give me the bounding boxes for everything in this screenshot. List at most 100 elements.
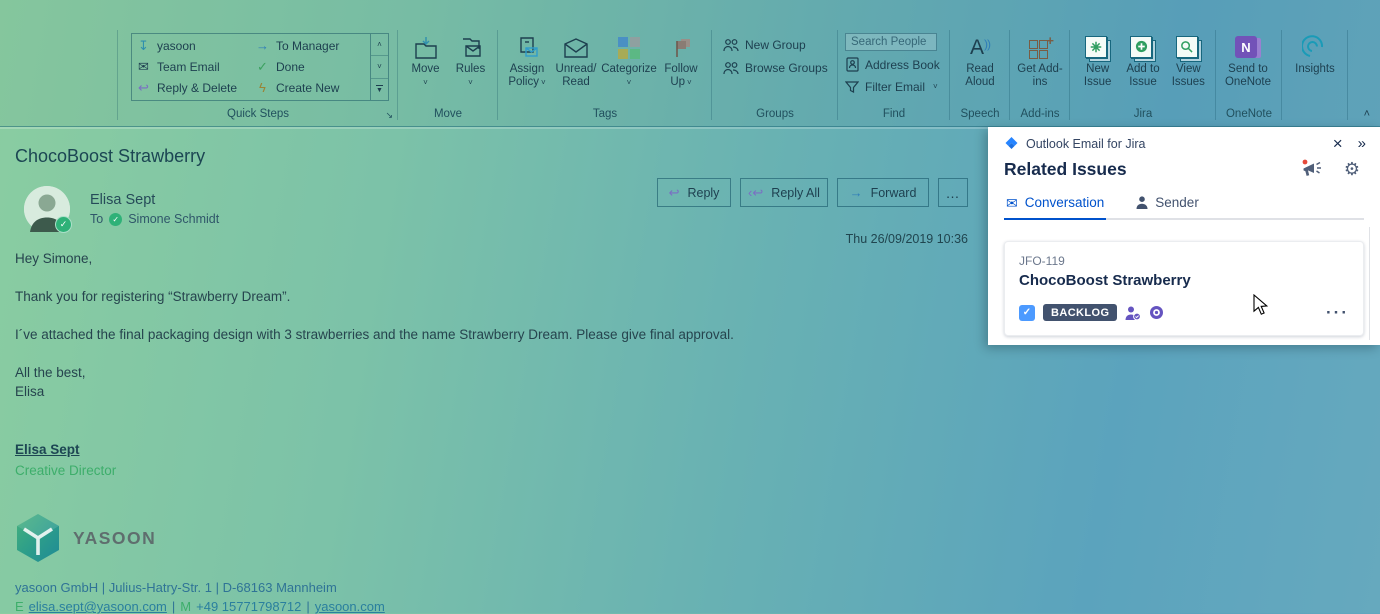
task-type-icon: ✓ [1019,305,1035,321]
quick-step-label: To Manager [276,39,339,53]
button-label: Reply All [771,186,820,200]
sound-waves-icon: )) [984,37,990,51]
view-issues-button[interactable]: View Issues [1166,33,1211,89]
new-issue-icon [1085,33,1110,63]
forward-icon: → [850,185,863,200]
assign-policy-button[interactable]: Assign Policy˅ [503,33,551,89]
sender-name[interactable]: Elisa Sept [90,192,155,208]
tab-sender[interactable]: Sender [1134,190,1201,218]
group-onenote: N Send to OneNote OneNote [1216,0,1282,126]
quick-step-team-email[interactable]: ✉ Team Email [136,57,247,77]
button-label: New Group [745,38,806,52]
message-actions: ↩ Reply ‹↩ Reply All → Forward … [657,178,968,207]
quick-step-yasoon[interactable]: ↧ yasoon [136,36,247,56]
categorize-icon [618,33,640,63]
watch-icon[interactable] [1149,305,1164,320]
group-label: Move [398,108,498,120]
signature-name: Elisa Sept [15,442,385,457]
rules-icon [458,33,484,63]
card-more-options-icon[interactable]: ··· [1326,308,1349,318]
quick-steps-dialog-launcher[interactable]: ↘ [385,110,393,121]
panel-scrollbar[interactable] [1369,227,1370,340]
assignee-icon[interactable] [1125,306,1141,320]
panel-tabs: ✉ Conversation Sender [1004,190,1364,220]
button-label: Follow Up˅ [657,63,705,89]
quick-step-label: yasoon [157,39,196,53]
email-subject: ChocoBoost Strawberry [15,146,205,167]
group-label: Find [838,108,950,120]
quick-steps-scroll-down-button[interactable]: ˅ [371,56,388,78]
tab-conversation[interactable]: ✉ Conversation [1004,190,1106,220]
categorize-button[interactable]: Categorize ˅ [601,33,657,87]
button-label: Browse Groups [745,61,828,75]
add-to-issue-icon [1130,33,1155,63]
quick-step-to-manager[interactable]: → To Manager [255,36,366,56]
sender-avatar[interactable]: ✓ [24,186,70,232]
address-book-button[interactable]: Address Book [845,56,940,73]
scroll-up-icon: ˄ [377,40,382,49]
group-insights: Insights [1282,0,1348,126]
unread-read-button[interactable]: Unread/ Read [551,33,601,89]
get-addins-button[interactable]: + Get Add-ins [1015,33,1065,89]
chevron-down-icon: ˅ [627,78,632,87]
more-actions-button[interactable]: … [938,178,968,207]
separator: | [172,599,175,614]
group-addins: + Get Add-ins Add-ins [1010,0,1070,126]
quick-steps-scrollbar: ˄ ˅ ▼ [370,34,388,100]
website-link[interactable]: yasoon.com [315,599,385,614]
button-label: Insights [1295,63,1335,76]
reply-icon: ↩ [669,185,680,201]
move-button[interactable]: Move ˅ [403,33,448,87]
move-folder-icon [413,33,439,63]
onenote-icon: N [1235,33,1261,63]
recipient-name[interactable]: Simone Schmidt [128,212,219,226]
search-people-input[interactable] [845,33,937,51]
insights-button[interactable]: Insights [1287,33,1343,76]
quick-steps-scroll-up-button[interactable]: ˄ [371,34,388,56]
button-label: Unread/ Read [551,63,601,89]
filter-email-button[interactable]: Filter Email ˅ [845,78,940,95]
envelope-icon: ✉ [1006,196,1018,210]
issue-card[interactable]: JFO-119 ChocoBoost Strawberry ✓ BACKLOG … [1004,241,1364,336]
forward-button[interactable]: → Forward [837,178,929,207]
announcements-icon[interactable] [1300,158,1324,180]
message-timestamp: Thu 26/09/2019 10:36 [846,232,968,246]
recipient-row: To ✓ Simone Schmidt [90,212,219,226]
rules-button[interactable]: Rules ˅ [448,33,493,87]
quick-step-done[interactable]: ✓ Done [255,57,366,77]
send-to-onenote-button[interactable]: N Send to OneNote [1221,33,1275,89]
email-signature: Elisa Sept Creative Director YASOON yaso… [15,442,385,614]
button-label: Assign Policy˅ [503,63,551,89]
person-icon [1136,196,1148,209]
follow-up-button[interactable]: Follow Up˅ [657,33,705,89]
overflow-icon: ▼ [376,85,383,94]
follow-up-flag-icon [670,33,692,63]
issue-summary[interactable]: ChocoBoost Strawberry [1019,272,1349,289]
reply-all-button[interactable]: ‹↩ Reply All [740,178,828,207]
read-aloud-button[interactable]: A)) Read Aloud [955,33,1005,89]
reply-button[interactable]: ↩ Reply [657,178,731,207]
quick-steps-overflow-button[interactable]: ▼ [371,79,388,100]
email-body: Hey Simone, Thank you for registering “S… [15,249,945,401]
add-to-issue-button[interactable]: Add to Issue [1120,33,1165,89]
close-icon[interactable]: × [1333,137,1343,151]
collapse-ribbon-icon[interactable]: ˄ [1364,108,1370,120]
new-issue-button[interactable]: New Issue [1075,33,1120,89]
group-label: Speech [950,108,1010,120]
button-label: Categorize [601,63,657,76]
jira-logo-icon [1004,136,1019,151]
email-link[interactable]: elisa.sept@yasoon.com [29,599,167,614]
settings-gear-icon[interactable]: ⚙ [1344,160,1360,178]
group-groups: New Group Browse Groups Groups [712,0,838,126]
group-label: Add-ins [1010,108,1070,120]
quick-step-create-new[interactable]: ϟ Create New [255,78,366,98]
ribbon-left-spacer [0,0,118,126]
new-group-button[interactable]: New Group [723,36,828,53]
button-label: Send to OneNote [1221,63,1275,89]
view-issues-icon [1176,33,1201,63]
signature-job-title: Creative Director [15,463,385,478]
issue-key: JFO-119 [1019,254,1349,268]
quick-step-reply-delete[interactable]: ↩ Reply & Delete [136,78,247,98]
browse-groups-button[interactable]: Browse Groups [723,59,828,76]
collapse-right-icon[interactable]: » [1358,137,1366,151]
